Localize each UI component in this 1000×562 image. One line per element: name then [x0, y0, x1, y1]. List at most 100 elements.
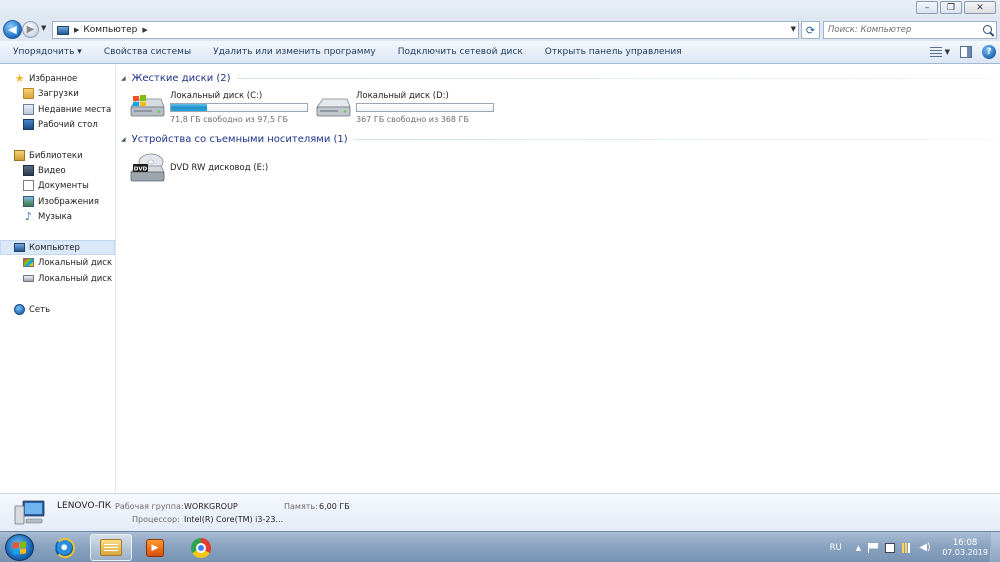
sidebar-item-images[interactable]: Изображения: [0, 194, 115, 209]
images-library-icon: [23, 196, 34, 207]
sidebar-item-drive-c[interactable]: Локальный диск (C: [0, 255, 115, 270]
sidebar-item-downloads[interactable]: Загрузки: [0, 86, 115, 101]
minimize-button[interactable]: –: [916, 1, 938, 14]
hard-drive-icon: [316, 98, 351, 117]
sidebar-label: Изображения: [38, 196, 100, 207]
drive-free-space: 71,8 ГБ свободно из 97,5 ГБ: [170, 115, 289, 124]
sidebar-label: Локальный диск (C: [38, 257, 115, 268]
network-icon: [14, 304, 25, 315]
sidebar-label: Рабочий стол: [38, 119, 98, 130]
clock-time: 16:08: [952, 538, 978, 548]
clock[interactable]: 16:08 07.03.2019: [942, 538, 988, 557]
show-desktop-button[interactable]: [990, 532, 1000, 562]
group-divider: [353, 138, 996, 140]
breadcrumb-separator-icon[interactable]: ▶: [74, 26, 79, 34]
chrome-icon: [191, 537, 211, 558]
drive-name: Локальный диск (D:): [356, 91, 449, 101]
address-bar[interactable]: ▶ Компьютер ▶ ▼: [52, 21, 799, 39]
preview-pane-icon[interactable]: [960, 46, 972, 58]
forward-button[interactable]: ▶: [22, 21, 39, 38]
group-title: Жесткие диски (2): [131, 72, 231, 84]
refresh-button[interactable]: ⟳: [801, 21, 820, 39]
clock-date: 07.03.2019: [942, 548, 988, 557]
drive-free-space: 367 ГБ свободно из 368 ГБ: [356, 115, 469, 124]
action-center-flag-icon[interactable]: [868, 542, 879, 553]
change-view-icon[interactable]: [929, 47, 942, 57]
sidebar-label: Компьютер: [29, 242, 80, 253]
view-controls: ▼ ?: [929, 45, 996, 59]
taskbar-internet-explorer[interactable]: [44, 534, 86, 561]
caption-buttons: – ❐ ✕: [916, 1, 996, 14]
collapse-arrow-icon[interactable]: ◢: [121, 75, 126, 82]
sidebar-item-music[interactable]: ♪ Музыка: [0, 209, 115, 224]
volume-icon[interactable]: ◀): [919, 542, 931, 553]
minimize-icon: –: [924, 2, 930, 13]
hard-drives-group-header[interactable]: ◢ Жесткие диски (2): [121, 71, 996, 85]
forward-arrow-icon: ▶: [26, 24, 35, 35]
content-pane: ◢ Жесткие диски (2) Локальный диск (C:) …: [117, 65, 1000, 493]
sidebar-label: Недавние места: [38, 104, 112, 115]
processor-value: Intel(R) Core(TM) i3-23...: [184, 515, 284, 524]
drive-tile-d[interactable]: Локальный диск (D:) 367 ГБ свободно из 3…: [315, 91, 497, 127]
sidebar-item-libraries[interactable]: Библиотеки: [0, 148, 115, 163]
organize-button[interactable]: Упорядочить ▾: [0, 47, 93, 57]
documents-library-icon: [23, 180, 34, 191]
dvd-drive-icon: DVD: [130, 153, 165, 182]
libraries-icon: [14, 150, 25, 161]
open-control-panel-button[interactable]: Открыть панель управления: [534, 47, 693, 57]
map-network-drive-button[interactable]: Подключить сетевой диск: [387, 47, 534, 57]
sidebar-item-recent-places[interactable]: Недавние места: [0, 102, 115, 117]
drive-tile-c[interactable]: Локальный диск (C:) 71,8 ГБ свободно из …: [129, 91, 311, 127]
removable-devices-group-header[interactable]: ◢ Устройства со съемными носителями (1): [121, 132, 996, 146]
drive-tile-dvd[interactable]: DVD DVD RW дисковод (E:): [129, 152, 311, 188]
desktop-icon: [23, 119, 34, 130]
search-box[interactable]: [823, 21, 997, 39]
windows-logo-icon: [13, 540, 26, 555]
drive-usage-bar: [356, 103, 494, 112]
navigation-pane: ★ Избранное Загрузки Недавние места Рабо…: [0, 65, 116, 493]
help-icon[interactable]: ?: [982, 45, 996, 59]
sidebar-item-video[interactable]: Видео: [0, 163, 115, 178]
taskbar: ▶ RU ▲ ◀) 16:08 07.03.2019: [0, 531, 1000, 562]
search-input[interactable]: [828, 23, 978, 37]
device-icon[interactable]: [885, 542, 896, 553]
windows-explorer-icon: [100, 539, 122, 556]
show-hidden-icons-icon[interactable]: ▲: [856, 544, 861, 552]
network-signal-icon[interactable]: [902, 542, 913, 553]
computer-icon: [57, 25, 69, 35]
taskbar-windows-explorer[interactable]: [90, 534, 132, 561]
sidebar-item-computer[interactable]: Компьютер: [0, 240, 115, 255]
sidebar-label: Загрузки: [38, 88, 79, 99]
view-options-dropdown-icon[interactable]: ▼: [945, 48, 950, 56]
video-library-icon: [23, 165, 34, 176]
address-dropdown-icon[interactable]: ▼: [791, 25, 796, 33]
breadcrumb-computer[interactable]: Компьютер: [83, 25, 137, 35]
collapse-arrow-icon[interactable]: ◢: [121, 136, 126, 143]
drive-name: Локальный диск (C:): [170, 91, 263, 101]
breadcrumb-expand-icon[interactable]: ▶: [142, 26, 147, 34]
sidebar-item-favorites[interactable]: ★ Избранное: [0, 71, 115, 86]
sidebar-item-drive-d[interactable]: Локальный диск (D: [0, 271, 115, 286]
back-button[interactable]: ◀: [3, 20, 22, 39]
title-bar: – ❐ ✕: [0, 0, 1000, 18]
system-properties-button[interactable]: Свойства системы: [93, 47, 202, 57]
taskbar-media-player[interactable]: ▶: [134, 534, 176, 561]
sidebar-item-network[interactable]: Сеть: [0, 302, 115, 317]
language-indicator[interactable]: RU: [830, 543, 842, 553]
group-title: Устройства со съемными носителями (1): [131, 133, 348, 145]
drive-name: DVD RW дисковод (E:): [170, 163, 269, 173]
sidebar-item-documents[interactable]: Документы: [0, 178, 115, 193]
close-button[interactable]: ✕: [964, 1, 996, 14]
close-icon: ✕: [976, 2, 984, 13]
start-button[interactable]: [5, 534, 34, 561]
uninstall-program-button[interactable]: Удалить или изменить программу: [202, 47, 387, 57]
taskbar-chrome[interactable]: [180, 534, 222, 561]
system-drive-icon: [23, 258, 34, 267]
memory-label: Память:: [284, 502, 318, 511]
restore-button[interactable]: ❐: [940, 1, 962, 14]
recent-places-icon: [23, 104, 34, 115]
sidebar-label: Документы: [38, 180, 89, 191]
search-icon[interactable]: [983, 25, 992, 34]
recent-pages-button[interactable]: ▼: [41, 24, 46, 32]
sidebar-item-desktop[interactable]: Рабочий стол: [0, 117, 115, 132]
